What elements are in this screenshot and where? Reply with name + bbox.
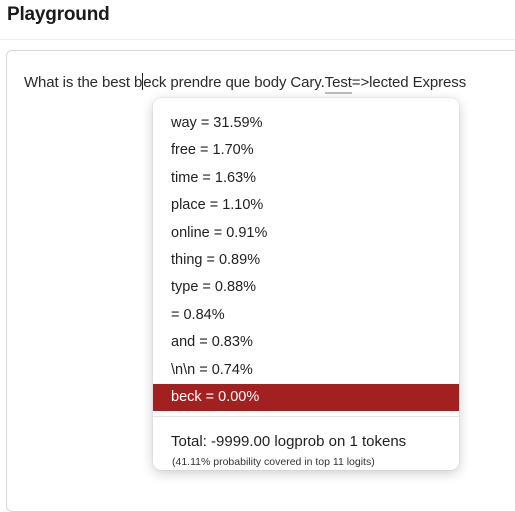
header-divider [0,39,515,40]
prompt-text-after-caret: eck prendre que body Cary. [143,74,325,91]
token-probability-item[interactable]: beck = 0.00% [153,383,459,412]
token-probability-item[interactable]: free = 1.70% [153,137,459,164]
logprob-total: Total: -9999.00 logprob on 1 tokens [171,433,407,450]
logprobs-popover: way = 31.59% free = 1.70% time = 1.63% p… [153,98,459,470]
token-probability-item[interactable]: type = 0.88% [153,274,459,301]
prompt-text-after-token: =>lected Express [351,74,467,91]
token-probability-item[interactable]: \n\n = 0.74% [153,357,459,384]
token-probability-item[interactable]: time = 1.63% [153,165,459,192]
token-probability-item[interactable]: online = 0.91% [153,220,459,247]
prompt-text[interactable]: What is the best beck prendre que body C… [24,73,467,94]
popover-divider [153,416,459,417]
token-probability-item[interactable]: place = 1.10% [153,192,459,219]
page-title: Playground [7,4,110,25]
logprob-coverage-note: (41.11% probability covered in top 11 lo… [172,456,375,468]
token-probability-item[interactable]: and = 0.83% [153,329,459,356]
token-probability-item[interactable]: thing = 0.89% [153,247,459,274]
selected-token[interactable]: Test [324,74,352,94]
token-probability-item[interactable]: = 0.84% [153,302,459,329]
token-probability-item[interactable]: way = 31.59% [153,110,459,137]
token-probability-list: way = 31.59% free = 1.70% time = 1.63% p… [153,110,459,412]
prompt-text-before-caret: What is the best b [24,74,143,91]
